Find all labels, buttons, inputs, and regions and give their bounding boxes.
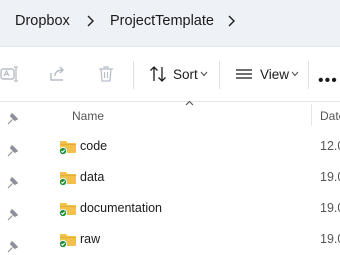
pin-icon[interactable] — [6, 112, 19, 125]
file-name: documentation — [80, 201, 163, 215]
toolbar-separator — [219, 61, 220, 89]
file-date: 12.0 — [320, 139, 340, 153]
breadcrumb-item-dropbox[interactable]: Dropbox — [15, 13, 70, 29]
sort-icon — [150, 66, 166, 82]
file-date: 19.0 — [320, 170, 340, 184]
file-row[interactable]: documentation 19.0 — [30, 193, 340, 224]
breadcrumb: Dropbox ProjectTemplate — [0, 0, 340, 46]
file-row[interactable]: raw 19.0 — [30, 224, 340, 255]
chevron-down-icon — [200, 71, 208, 77]
pin-icon[interactable] — [6, 240, 19, 253]
column-divider[interactable] — [311, 104, 312, 126]
sort-label: Sort — [173, 67, 198, 82]
file-name: data — [80, 170, 105, 184]
divider — [0, 101, 340, 102]
command-bar: Sort View ••• — [0, 47, 340, 101]
share-icon[interactable] — [48, 64, 68, 84]
file-row[interactable]: code 12.0 — [30, 131, 340, 162]
chevron-down-icon — [291, 71, 299, 77]
delete-icon[interactable] — [96, 64, 116, 84]
folder-icon — [59, 203, 76, 217]
sort-ascending-icon — [185, 100, 194, 106]
toolbar-separator — [308, 61, 309, 89]
view-icon — [236, 69, 252, 79]
pin-icon[interactable] — [6, 176, 19, 189]
folder-icon — [59, 234, 76, 248]
view-label: View — [260, 67, 290, 82]
navigation-pane — [0, 102, 28, 255]
file-date: 19.0 — [320, 232, 340, 246]
file-name: raw — [80, 232, 101, 246]
pin-icon[interactable] — [6, 208, 19, 221]
chevron-right-icon[interactable] — [84, 14, 96, 28]
folder-icon — [59, 141, 76, 155]
toolbar-separator — [133, 61, 134, 89]
chevron-right-icon[interactable] — [225, 14, 237, 28]
pin-icon[interactable] — [6, 144, 19, 157]
breadcrumb-item-projecttemplate[interactable]: ProjectTemplate — [110, 13, 214, 29]
more-options-button[interactable]: ••• — [318, 72, 338, 90]
file-name: code — [80, 139, 108, 153]
folder-icon — [59, 172, 76, 186]
file-row[interactable]: data 19.0 — [30, 162, 340, 193]
rename-icon[interactable] — [0, 64, 20, 84]
file-date: 19.0 — [320, 201, 340, 215]
